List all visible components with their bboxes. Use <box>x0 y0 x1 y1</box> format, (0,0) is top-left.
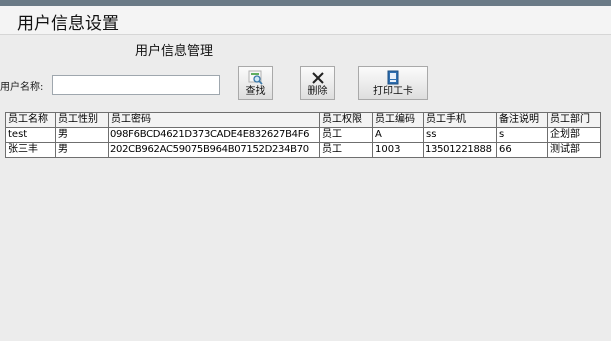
delete-button[interactable]: 删除 <box>300 66 335 100</box>
column-header-department[interactable]: 员工部门 <box>547 112 601 128</box>
cell-phone[interactable]: 13501221888 <box>423 142 497 158</box>
delete-button-label: 删除 <box>307 86 328 97</box>
cell-gender[interactable]: 男 <box>55 127 109 143</box>
magnifier-icon <box>247 69 265 86</box>
column-header-remark[interactable]: 备注说明 <box>496 112 548 128</box>
cell-phone[interactable]: ss <box>423 127 497 143</box>
user-name-search-input[interactable] <box>52 75 220 95</box>
section-title: 用户信息管理 <box>135 44 214 59</box>
close-x-icon <box>309 69 327 86</box>
table-header-row: 员工名称 员工性别 员工密码 员工权限 员工编码 员工手机 备注说明 员工部门 <box>5 112 601 128</box>
find-button[interactable]: 查找 <box>238 66 273 100</box>
column-header-password[interactable]: 员工密码 <box>108 112 320 128</box>
column-header-name[interactable]: 员工名称 <box>5 112 56 128</box>
cell-password[interactable]: 098F6BCD4621D373CADE4E832627B4F6 <box>108 127 320 143</box>
title-bar: 用户信息设置 <box>0 6 611 35</box>
cell-name[interactable]: 张三丰 <box>5 142 56 158</box>
table-row[interactable]: test 男 098F6BCD4621D373CADE4E832627B4F6 … <box>5 127 601 143</box>
cell-name[interactable]: test <box>5 127 56 143</box>
cell-code[interactable]: 1003 <box>372 142 424 158</box>
search-label: 用户名称: <box>0 82 44 93</box>
cell-password[interactable]: 202CB962AC59075B964B07152D234B70 <box>108 142 320 158</box>
cell-remark[interactable]: 66 <box>496 142 548 158</box>
column-header-role[interactable]: 员工权限 <box>319 112 373 128</box>
cell-role[interactable]: 员工 <box>319 142 373 158</box>
print-badge-button-label: 打印工卡 <box>373 86 413 97</box>
employee-table: 员工名称 员工性别 员工密码 员工权限 员工编码 员工手机 备注说明 员工部门 … <box>5 112 601 158</box>
cell-code[interactable]: A <box>372 127 424 143</box>
column-header-phone[interactable]: 员工手机 <box>423 112 497 128</box>
column-header-gender[interactable]: 员工性别 <box>55 112 109 128</box>
column-header-code[interactable]: 员工编码 <box>372 112 424 128</box>
cell-department[interactable]: 企划部 <box>547 127 601 143</box>
badge-card-icon <box>384 69 402 86</box>
cell-role[interactable]: 员工 <box>319 127 373 143</box>
cell-department[interactable]: 测试部 <box>547 142 601 158</box>
cell-gender[interactable]: 男 <box>55 142 109 158</box>
print-badge-button[interactable]: 打印工卡 <box>358 66 428 100</box>
window-title: 用户信息设置 <box>17 14 119 34</box>
cell-remark[interactable]: s <box>496 127 548 143</box>
table-row[interactable]: 张三丰 男 202CB962AC59075B964B07152D234B70 员… <box>5 142 601 158</box>
find-button-label: 查找 <box>245 86 266 97</box>
